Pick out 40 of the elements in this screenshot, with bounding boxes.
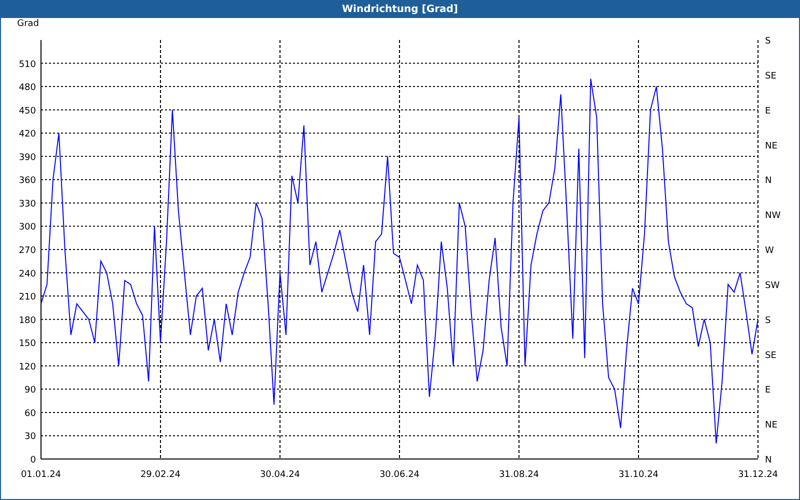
x-axis-label: 30.06.24 <box>379 470 420 480</box>
y-axis-label: 360 <box>18 176 36 186</box>
direction-label: SW <box>765 280 780 291</box>
y-axis-label: 150 <box>18 339 36 350</box>
y-axis-label: 390 <box>18 152 36 163</box>
direction-label: NW <box>765 211 781 222</box>
y-axis-label: 90 <box>24 386 36 396</box>
y-axis-unit: Grad <box>17 19 39 29</box>
y-axis-label: 240 <box>18 269 36 280</box>
direction-label: N <box>765 176 772 186</box>
y-axis-label: 330 <box>18 199 36 210</box>
direction-label: SE <box>765 350 776 361</box>
x-axis-label: 29.02.24 <box>140 470 181 480</box>
direction-label: W <box>765 246 774 256</box>
x-axis-label: 30.04.24 <box>260 470 300 480</box>
direction-label: N <box>765 456 772 466</box>
y-axis-label: 480 <box>18 83 36 94</box>
x-axis-label: 01.01.24 <box>20 470 62 480</box>
direction-label: NE <box>765 141 778 152</box>
y-axis-label: 120 <box>18 362 36 372</box>
direction-label: NE <box>765 420 778 431</box>
direction-label: S <box>765 316 771 326</box>
direction-label: SE <box>765 71 776 82</box>
y-axis-label: 420 <box>18 130 36 140</box>
y-axis-label: 300 <box>18 222 36 233</box>
x-axis-label: 31.10.24 <box>618 470 659 480</box>
y-axis-label: 510 <box>18 60 36 70</box>
window-title: Windrichtung [Grad] <box>1 1 799 18</box>
y-axis-label: 180 <box>18 316 36 326</box>
y-axis-label: 30 <box>24 432 36 442</box>
y-axis-label: 450 <box>18 106 36 116</box>
y-axis-label: 60 <box>24 408 36 419</box>
x-axis-label: 31.08.24 <box>498 470 540 480</box>
direction-label: S <box>765 36 771 46</box>
x-axis-label: 31.12.24 <box>738 470 778 480</box>
y-axis-label: 270 <box>18 246 36 256</box>
direction-label: E <box>765 386 771 396</box>
y-axis-label: 210 <box>18 292 36 303</box>
direction-label: E <box>765 106 771 116</box>
y-axis-label: 0 <box>30 456 36 466</box>
